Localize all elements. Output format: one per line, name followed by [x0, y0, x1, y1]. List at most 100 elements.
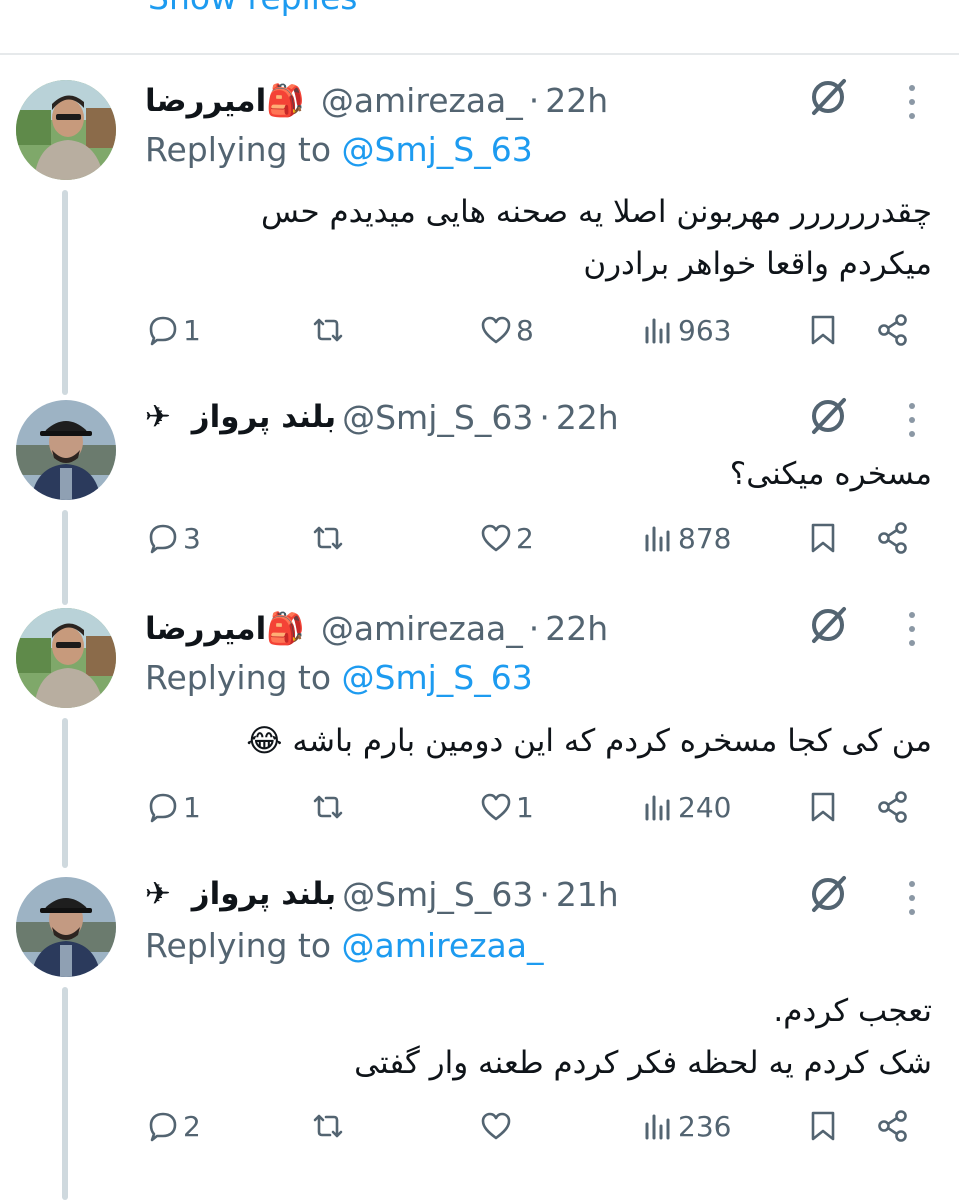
- like-button[interactable]: 1: [478, 782, 534, 832]
- share-button[interactable]: [875, 305, 911, 355]
- more-vertical-icon[interactable]: [904, 82, 920, 122]
- speech-bubble-icon: [149, 793, 177, 823]
- like-button[interactable]: 8: [478, 305, 534, 355]
- speech-bubble-icon: [149, 1112, 177, 1142]
- replying-mention[interactable]: @Smj_S_63: [342, 130, 533, 169]
- bar-chart-icon: [645, 795, 670, 821]
- reply-button[interactable]: 2: [145, 1101, 201, 1151]
- reply-button[interactable]: 3: [145, 513, 201, 563]
- section-divider: [0, 53, 959, 55]
- bar-chart-icon: [645, 318, 670, 344]
- bookmark-button[interactable]: [805, 1101, 841, 1151]
- speech-bubble-icon: [149, 524, 177, 554]
- views-button[interactable]: 240: [640, 782, 731, 832]
- display-name[interactable]: 🎒امیررضا: [145, 82, 315, 119]
- avatar[interactable]: [16, 80, 116, 180]
- action-bar: 3 2 878: [140, 513, 930, 563]
- bar-chart-icon: [645, 1114, 670, 1140]
- user-handle[interactable]: @amirezaa_: [321, 81, 523, 120]
- tweet-header: 🎒امیررضا @amirezaa_ · 22h: [145, 78, 608, 122]
- more-vertical-icon[interactable]: [904, 878, 920, 918]
- grok-icon[interactable]: [806, 75, 850, 119]
- bookmark-icon: [811, 315, 835, 345]
- like-button[interactable]: [478, 1101, 516, 1151]
- grok-icon[interactable]: [806, 872, 850, 916]
- bookmark-icon: [811, 1111, 835, 1141]
- user-handle[interactable]: @Smj_S_63: [342, 875, 533, 914]
- thread-line: [62, 510, 68, 605]
- timestamp[interactable]: 22h: [556, 398, 619, 437]
- airplane-emoji: ✈: [145, 399, 171, 435]
- timestamp[interactable]: 22h: [545, 81, 608, 120]
- action-bar: 1 1 240: [140, 782, 930, 832]
- display-name[interactable]: بلند پرواز ✈: [145, 876, 336, 912]
- view-count: 963: [678, 313, 732, 347]
- share-button[interactable]: [875, 782, 911, 832]
- user-handle[interactable]: @Smj_S_63: [342, 398, 533, 437]
- reply-button[interactable]: 1: [145, 782, 201, 832]
- separator-dot: ·: [528, 608, 540, 648]
- backpack-emoji: 🎒: [266, 82, 305, 119]
- view-count: 240: [678, 790, 732, 824]
- share-button[interactable]: [875, 1101, 911, 1151]
- airplane-emoji: ✈: [145, 876, 171, 912]
- heart-icon: [481, 316, 511, 344]
- tweet-text: مسخره میکنی؟: [729, 456, 932, 492]
- separator-dot: ·: [539, 397, 550, 437]
- retweet-button[interactable]: [310, 513, 348, 563]
- bookmark-button[interactable]: [805, 513, 841, 563]
- reply-count: 2: [183, 1109, 201, 1143]
- retweet-button[interactable]: [310, 305, 348, 355]
- bookmark-button[interactable]: [805, 782, 841, 832]
- avatar[interactable]: [16, 877, 116, 977]
- replying-mention[interactable]: @amirezaa_: [342, 926, 544, 965]
- show-replies-link[interactable]: Show replies: [148, 0, 357, 17]
- thread-line: [62, 718, 68, 868]
- more-vertical-icon[interactable]: [904, 609, 920, 649]
- view-count: 236: [678, 1109, 732, 1143]
- tweet-header: بلند پرواز ✈ @Smj_S_63 · 22h: [145, 395, 619, 439]
- backpack-emoji: 🎒: [266, 610, 305, 647]
- speech-bubble-icon: [149, 316, 177, 346]
- timestamp[interactable]: 22h: [545, 609, 608, 648]
- replying-to: Replying to @amirezaa_: [145, 926, 544, 965]
- replying-to: Replying to @Smj_S_63: [145, 658, 533, 697]
- bar-chart-icon: [645, 526, 670, 552]
- like-button[interactable]: 2: [478, 513, 534, 563]
- views-button[interactable]: 236: [640, 1101, 731, 1151]
- retweet-icon: [313, 526, 343, 550]
- view-count: 878: [678, 521, 732, 555]
- share-button[interactable]: [875, 513, 911, 563]
- display-name[interactable]: بلند پرواز ✈: [145, 399, 336, 435]
- grok-icon[interactable]: [806, 394, 850, 438]
- like-count: 1: [516, 790, 534, 824]
- reply-button[interactable]: 1: [145, 305, 201, 355]
- retweet-button[interactable]: [310, 1101, 348, 1151]
- views-button[interactable]: 878: [640, 513, 731, 563]
- tweet-text: تعجب کردم. شک کردم یه لحظه فکر کردم طعنه…: [354, 993, 932, 1081]
- heart-icon: [481, 1112, 511, 1140]
- tweet-text: چقدرررررر مهربونن اصلا یه صحنه هایی میدی…: [260, 194, 932, 282]
- thread-line: [62, 987, 68, 1200]
- more-vertical-icon[interactable]: [904, 400, 920, 440]
- bookmark-icon: [811, 792, 835, 822]
- share-icon: [878, 522, 907, 554]
- timestamp[interactable]: 21h: [556, 875, 619, 914]
- separator-dot: ·: [539, 874, 550, 914]
- action-bar: 1 8 963: [140, 305, 930, 355]
- bookmark-button[interactable]: [805, 305, 841, 355]
- tweet-header: بلند پرواز ✈ @Smj_S_63 · 21h: [145, 872, 619, 916]
- retweet-button[interactable]: [310, 782, 348, 832]
- like-count: 8: [516, 313, 534, 347]
- user-handle[interactable]: @amirezaa_: [321, 609, 523, 648]
- reply-count: 1: [183, 790, 201, 824]
- views-button[interactable]: 963: [640, 305, 731, 355]
- tweet-text: من کی کجا مسخره کردم که این دومین بارم ب…: [246, 723, 932, 759]
- thread-continuation-dots: [58, 0, 68, 10]
- replying-mention[interactable]: @Smj_S_63: [342, 658, 533, 697]
- avatar[interactable]: [16, 400, 116, 500]
- avatar[interactable]: [16, 608, 116, 708]
- action-bar: 2 236: [140, 1101, 930, 1151]
- grok-icon[interactable]: [806, 603, 850, 647]
- display-name[interactable]: 🎒امیررضا: [145, 610, 315, 647]
